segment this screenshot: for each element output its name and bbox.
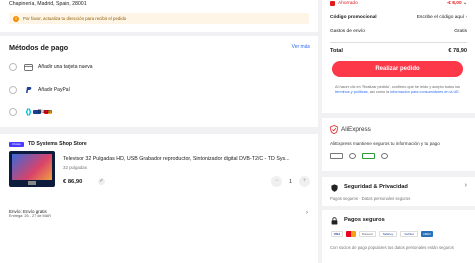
paypal-icon xyxy=(24,87,33,94)
product-thumbnail[interactable] xyxy=(9,151,55,187)
address-line: Chapinería, Madrid, Spain, 28001 xyxy=(9,1,87,7)
aliexpress-trust-card: AliExpress AliExpress mantiene seguros t… xyxy=(322,118,475,171)
discover-logo: Discover xyxy=(359,231,376,237)
visa-logo: VISA xyxy=(331,231,343,237)
payment-method-card[interactable]: Añadir una tarjeta nueva xyxy=(9,63,92,71)
payment-logos: VISA Discover SafeKey Verified AMEX xyxy=(331,231,433,237)
ahorrado-label-wrap: Ahorrado xyxy=(330,1,358,6)
aliexpress-trust-text: AliExpress mantiene seguros tu informaci… xyxy=(330,141,440,146)
certification-badge xyxy=(349,153,356,159)
shipping-cost-label: Gastos de envío xyxy=(330,29,365,34)
payment-method-label: Añadir PayPal xyxy=(38,87,70,93)
amex-logo: AMEX xyxy=(421,231,433,237)
radio-button[interactable] xyxy=(9,86,17,94)
certification-badge xyxy=(381,153,388,159)
payment-method-label: Bizum xyxy=(38,109,52,115)
summary-divider xyxy=(330,42,467,43)
secure-payments-title: Pagos seguros xyxy=(344,217,385,223)
product-price: € 86,90 xyxy=(63,179,83,185)
verified-by-visa-logo: Verified xyxy=(400,231,418,237)
card-icon xyxy=(24,63,33,71)
shipping-cost-value: Gratis xyxy=(454,29,467,34)
increase-quantity-button[interactable]: + xyxy=(299,176,310,187)
quantity-stepper: − 1 + xyxy=(271,176,310,187)
aliexpress-brand: AliExpress xyxy=(341,126,371,133)
store-card: Choice TD Systems Shop Store Televisor 3… xyxy=(0,134,318,263)
product-title[interactable]: Televisor 32 Pulgadas HD, USB Grabador r… xyxy=(63,156,313,162)
total-row: Total € 78,90 xyxy=(330,48,467,54)
mastercard-logo xyxy=(346,231,356,237)
radio-button[interactable] xyxy=(9,63,17,71)
address-card: Chapinería, Madrid, Spain, 28001 ! Por f… xyxy=(0,0,318,32)
legal-text-3: . xyxy=(458,90,460,95)
chevron-right-icon[interactable]: › xyxy=(306,210,308,216)
security-privacy-title: Seguridad & Privacidad xyxy=(344,184,408,190)
total-value: € 78,90 xyxy=(448,48,467,54)
payment-methods-title: Métodos de pago xyxy=(9,43,69,52)
aliexpress-header: AliExpress xyxy=(330,125,371,134)
chevron-right-icon[interactable]: › xyxy=(465,182,467,189)
address-warning: ! Por favor, actualiza tu dirección para… xyxy=(9,13,309,24)
ahorrado-row[interactable]: Ahorrado -€ 8,00 ⌄ xyxy=(330,1,467,6)
promo-code-input[interactable]: Escribe el código aquí xyxy=(417,15,464,20)
ahorrado-value: -€ 8,00 xyxy=(446,1,462,6)
payment-method-bizum[interactable]: Bizum xyxy=(9,108,52,116)
tv-stand-image xyxy=(28,181,36,185)
choice-badge: Choice xyxy=(9,141,24,147)
eu-consumer-info-link[interactable]: información para consumidores en la UE xyxy=(390,90,459,94)
promo-code-label: Código promocional xyxy=(330,15,377,20)
legal-text-1: Al hacer clic en 'Realizar pedido', conf… xyxy=(335,85,460,89)
security-badges xyxy=(330,153,388,159)
radio-button[interactable] xyxy=(9,108,17,116)
warning-icon: ! xyxy=(13,15,19,22)
chevron-right-icon: › xyxy=(465,15,467,20)
security-privacy-card[interactable]: Seguridad & Privacidad › Pagos seguros ·… xyxy=(322,177,475,206)
discount-icon xyxy=(330,1,335,6)
payment-method-label: Añadir una tarjeta nueva xyxy=(38,64,93,70)
total-label: Total xyxy=(330,48,343,54)
address-warning-text: Por favor, actualiza tu dirección para r… xyxy=(23,16,127,21)
secure-payments-text: Con socios de pago populares tus datos p… xyxy=(330,245,454,250)
store-name[interactable]: TD Systems Shop Store xyxy=(28,141,87,147)
promo-code-input-wrap[interactable]: Escribe el código aquí › xyxy=(417,15,467,20)
decrease-quantity-button[interactable]: − xyxy=(271,176,283,187)
safekey-logo: SafeKey xyxy=(379,231,397,237)
lock-shield-icon xyxy=(331,184,338,192)
promo-code-row[interactable]: Código promocional Escribe el código aqu… xyxy=(330,15,467,20)
tv-screen-image xyxy=(12,154,52,180)
price-info-icon[interactable]: ✓ xyxy=(98,178,105,185)
legal-text-2: , así como la xyxy=(367,90,391,95)
shipping-cost-row: Gastos de envío Gratis xyxy=(330,29,467,34)
store-header: Choice TD Systems Shop Store xyxy=(9,141,87,147)
secure-payments-card: Pagos seguros VISA Discover SafeKey Veri… xyxy=(322,210,475,263)
payment-methods-card: Métodos de pago Ver más Añadir una tarje… xyxy=(0,36,318,127)
security-privacy-subtitle: Pagos seguros · Datos personales seguros xyxy=(330,196,411,201)
shield-check-icon xyxy=(330,125,338,134)
certification-badge xyxy=(362,153,375,159)
bizum-icon xyxy=(24,108,33,116)
ver-mas-link[interactable]: Ver más xyxy=(292,44,310,50)
order-summary: Ahorrado -€ 8,00 ⌄ Código promocional Es… xyxy=(322,0,475,113)
delivery-estimate: Entrega: 26 - 27 de MAR xyxy=(9,214,51,218)
lock-icon xyxy=(331,217,338,225)
product-variant[interactable]: 32 pulgadas xyxy=(63,165,87,170)
payment-method-paypal[interactable]: Añadir PayPal xyxy=(9,86,70,94)
ahorrado-label: Ahorrado xyxy=(338,1,358,6)
ahorrado-value-wrap: -€ 8,00 ⌄ xyxy=(447,1,467,6)
quantity-value: 1 xyxy=(289,178,292,185)
place-order-button[interactable]: Realizar pedido xyxy=(332,61,463,77)
certification-badge xyxy=(330,153,343,159)
legal-notice: Al hacer clic en 'Realizar pedido', conf… xyxy=(332,85,463,95)
terms-link[interactable]: términos y políticas xyxy=(335,90,368,94)
chevron-down-icon: ⌄ xyxy=(462,1,467,6)
